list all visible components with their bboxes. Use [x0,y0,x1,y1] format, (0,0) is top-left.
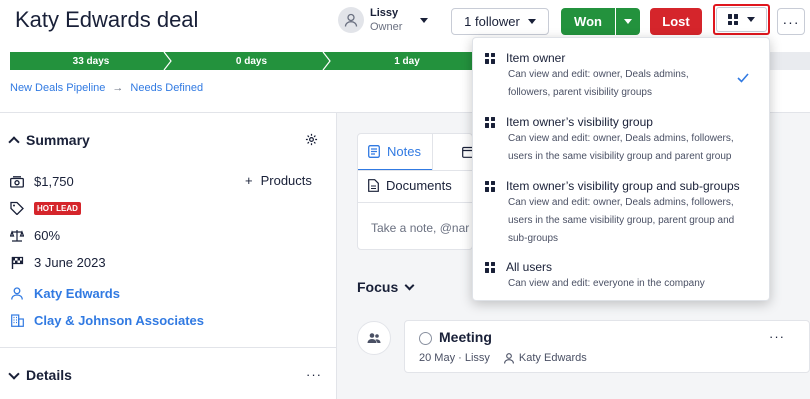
follower-label: 1 follower [464,14,520,29]
summary-heading: Summary [26,132,90,148]
organization-row[interactable]: Clay & Johnson Associates [10,313,204,328]
organization-link[interactable]: Clay & Johnson Associates [34,313,204,328]
note-input[interactable]: Take a note, @nar [371,221,469,235]
option-description: Can view and edit: owner, Deals admins, … [508,197,735,244]
deal-title: Katy Edwards deal [15,7,199,32]
activity-title: Meeting [439,329,492,345]
gear-icon[interactable] [305,133,318,149]
flag-icon [10,256,24,270]
visibility-dropdown: Item owner Can view and edit: owner, Dea… [472,37,770,301]
deal-value-row[interactable]: $1,750 [10,174,74,189]
stage-duration: 1 day [394,55,420,67]
tab-documents-label: Documents [386,178,452,193]
stage-segment[interactable]: 0 days [172,52,331,70]
building-icon [10,314,24,328]
won-button[interactable]: Won [561,8,615,35]
stage-duration: 33 days [72,55,110,67]
activity-meta: 20 May · Lissy Katy Edwards [419,352,587,364]
visibility-grid-icon [728,14,739,25]
details-toggle[interactable]: Details [8,367,72,383]
grid-icon [485,180,496,192]
checkmark-icon [737,73,749,83]
chevron-down-icon [8,367,20,380]
chevron-down-icon [404,280,415,291]
stage-duration: 0 days [235,55,268,67]
stage-segment[interactable]: 1 day [331,52,483,70]
stage-segment[interactable]: 33 days [10,52,172,70]
visibility-option-all-users[interactable]: All users Can view and edit: everyone in… [485,259,765,293]
owner-selector[interactable]: Lissy Owner [338,6,429,34]
tab-row-divider [358,202,472,203]
lost-button[interactable]: Lost [650,8,702,35]
tag-icon [10,201,24,215]
chevron-up-icon [8,136,20,148]
hot-lead-badge: HOT LEAD [34,201,81,215]
focus-label: Focus [357,279,399,295]
document-icon [368,179,379,192]
activity-more-button[interactable]: ··· [769,329,785,344]
probability-row[interactable]: 60% [10,228,60,243]
visibility-button[interactable] [713,4,770,35]
option-description: Can view and edit: owner, Deals admins, … [508,69,689,98]
option-title: All users [506,260,553,274]
products-label: Products [260,173,312,188]
chevron-down-icon [624,19,632,24]
option-description: Can view and edit: owner, Deals admins, … [508,133,734,162]
pipeline-link[interactable]: New Deals Pipeline [10,82,105,94]
money-icon [10,175,24,189]
summary-toggle[interactable]: Summary [8,132,90,148]
tab-row-divider [358,170,472,171]
arrow-right-icon: → [112,82,124,94]
person-row[interactable]: Katy Edwards [10,286,120,301]
option-title: Item owner [506,51,566,65]
stage-link[interactable]: Needs Defined [130,82,203,94]
tab-separator [432,134,433,170]
breadcrumb: New Deals Pipeline → Needs Defined [10,82,203,94]
sidebar-divider [336,113,337,399]
chevron-down-icon [527,19,536,24]
section-divider [0,347,336,348]
meeting-type-icon [357,321,391,355]
activity-date-owner: 20 May · Lissy [419,352,490,364]
option-title: Item owner’s visibility group [506,115,653,129]
person-icon [503,352,514,364]
tab-documents[interactable]: Documents [368,178,452,193]
grid-icon [485,52,496,64]
plus-icon: + [245,173,253,188]
owner-role: Owner [370,21,403,33]
activity-done-checkbox[interactable] [419,332,432,345]
label-row[interactable]: HOT LEAD [10,201,81,215]
activity-person: Katy Edwards [518,352,587,364]
chevron-down-icon [747,17,755,22]
visibility-option-item-owner[interactable]: Item owner Can view and edit: owner, Dea… [485,50,765,102]
chevron-down-icon [420,17,429,23]
tab-notes[interactable]: Notes [368,144,421,159]
details-more-button[interactable]: ··· [306,367,322,382]
deal-value: $1,750 [34,174,74,189]
close-date-row[interactable]: 3 June 2023 [10,255,106,270]
composer-card: Notes Ac Documents Take a note, @nar [357,133,473,250]
grid-icon [485,116,496,128]
tab-notes-label: Notes [387,144,421,159]
option-description: Can view and edit: everyone in the compa… [508,278,705,289]
visibility-option-owner-group[interactable]: Item owner’s visibility group Can view a… [485,114,765,166]
won-options-button[interactable] [616,8,640,35]
focus-toggle[interactable]: Focus [357,279,415,295]
follower-button[interactable]: 1 follower [451,8,549,35]
visibility-option-owner-group-subgroups[interactable]: Item owner’s visibility group and sub-gr… [485,178,765,248]
close-date: 3 June 2023 [34,255,106,270]
user-avatar-icon [338,7,364,33]
probability-value: 60% [34,228,61,243]
note-icon [368,145,380,158]
activity-card[interactable]: Meeting 20 May · Lissy Katy Edwards ··· [404,320,810,373]
option-title: Item owner’s visibility group and sub-gr… [506,179,740,193]
add-products-button[interactable]: + Products [245,173,312,188]
person-link[interactable]: Katy Edwards [34,286,120,301]
scale-icon [10,229,24,243]
person-icon [10,287,24,301]
grid-icon [485,261,496,273]
owner-name: Lissy [370,7,399,19]
more-actions-button[interactable]: ··· [777,8,805,35]
details-heading: Details [26,367,72,383]
